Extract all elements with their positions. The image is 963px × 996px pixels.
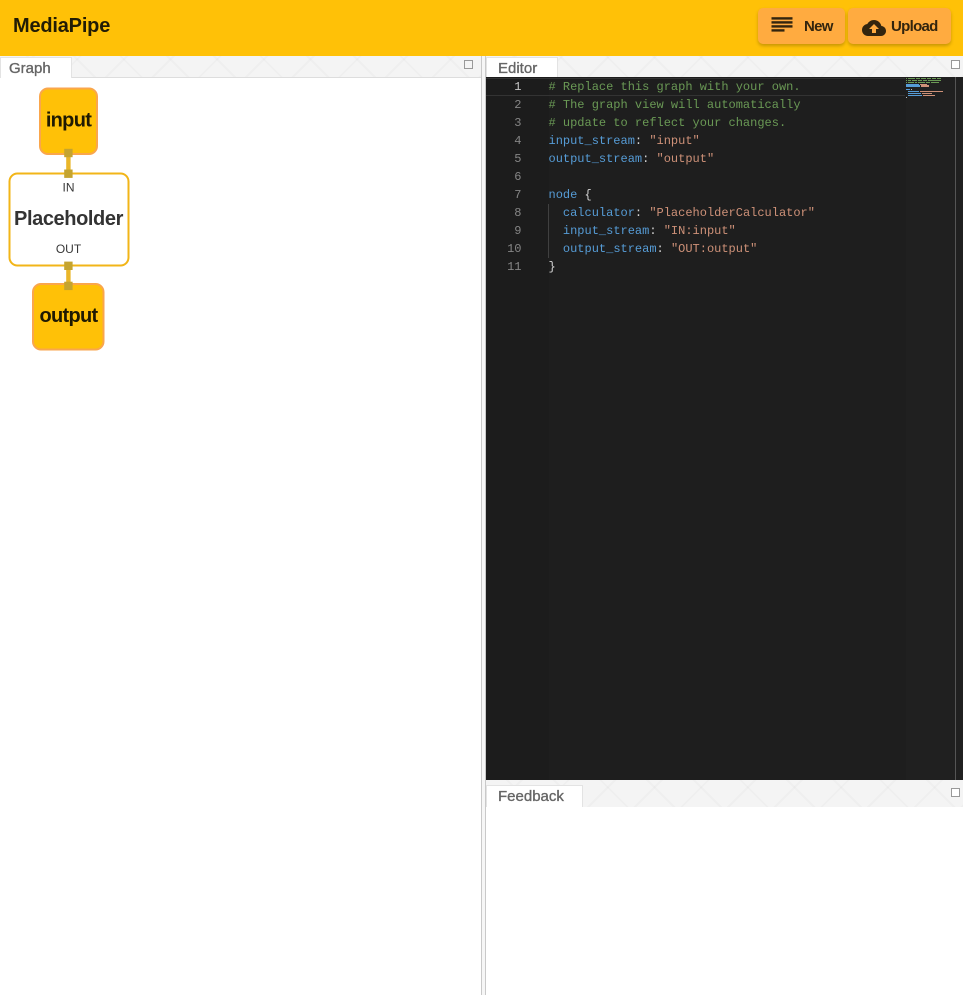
svg-text:input: input [46,109,92,131]
svg-text:output: output [40,305,99,327]
svg-text:OUT: OUT [56,242,82,256]
svg-text:Placeholder: Placeholder [14,208,124,230]
svg-text:IN: IN [63,180,75,194]
